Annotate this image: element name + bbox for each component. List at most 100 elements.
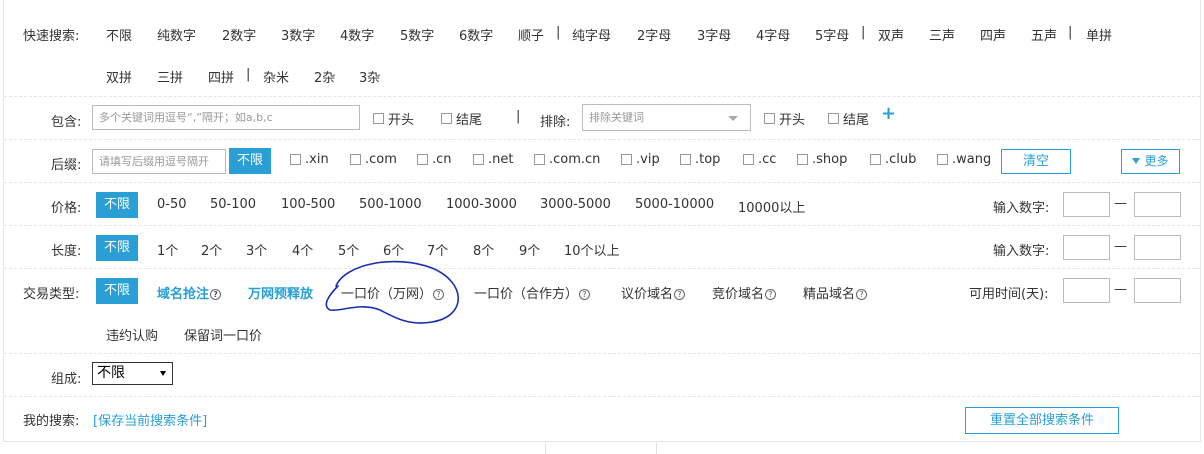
length-max-input[interactable] (1134, 235, 1181, 260)
quick-opt[interactable]: 五声 (1031, 25, 1057, 44)
more-button[interactable]: 更多 (1121, 149, 1180, 174)
suffix-checkbox[interactable]: .cc (743, 152, 776, 167)
quick-opt[interactable]: 三拼 (157, 67, 183, 86)
help-icon[interactable]: ? (579, 289, 591, 300)
include-keyword-input[interactable]: 多个关键词用逗号“,”隔开；如a,b,c (92, 105, 360, 130)
length-opt[interactable]: 6个 (383, 240, 404, 259)
length-opt[interactable]: 10个以上 (564, 240, 620, 259)
available-time-label: 可用时间(天): (969, 287, 1049, 302)
trade-type-row: 交易类型: 不限 域名抢注? 万网预释放 一口价（万网）? 一口价（合作方）? … (4, 269, 1200, 354)
price-opt[interactable]: 5000-10000 (635, 197, 714, 212)
quick-opt[interactable]: 5字母 (815, 25, 849, 44)
price-any-button[interactable]: 不限 (96, 192, 139, 218)
quick-opt[interactable]: 2数字 (222, 25, 256, 44)
price-opt[interactable]: 50-100 (210, 197, 256, 212)
add-exclude-plus-icon[interactable]: + (881, 103, 896, 124)
suffix-checkbox[interactable]: .top (680, 152, 720, 167)
help-icon[interactable]: ? (856, 289, 868, 300)
quick-opt[interactable]: 纯字母 (572, 25, 611, 44)
quick-opt[interactable]: 三声 (929, 25, 955, 44)
length-opt[interactable]: 5个 (338, 240, 359, 259)
checkbox-box (870, 154, 881, 165)
help-icon[interactable]: ? (765, 289, 777, 300)
price-min-input[interactable] (1063, 192, 1110, 217)
exclude-start-checkbox[interactable]: 开头 (764, 109, 805, 128)
suffix-checkbox[interactable]: .wang (937, 152, 991, 167)
quick-opt[interactable]: 不限 (106, 25, 132, 44)
quick-opt[interactable]: 四声 (980, 25, 1006, 44)
trade-opt-prerelease[interactable]: 万网预释放 (248, 283, 313, 302)
trade-opt-reserved-fixed[interactable]: 保留词一口价 (184, 325, 262, 344)
include-end-checkbox[interactable]: 结尾 (441, 109, 482, 128)
checkbox-label: .club (885, 152, 917, 167)
trade-opt-premium[interactable]: 精品域名? (803, 283, 868, 302)
price-opt[interactable]: 1000-3000 (446, 197, 517, 212)
separator: | (861, 25, 866, 40)
reset-all-button[interactable]: 重置全部搜索条件 (965, 407, 1119, 434)
quick-opt[interactable]: 双声 (878, 25, 904, 44)
suffix-checkbox[interactable]: .net (473, 152, 513, 167)
quick-opt[interactable]: 3杂 (359, 67, 380, 86)
price-opt[interactable]: 0-50 (157, 197, 187, 212)
quick-opt[interactable]: 5数字 (400, 25, 434, 44)
suffix-any-button[interactable]: 不限 (229, 148, 272, 174)
length-opt[interactable]: 2个 (201, 240, 222, 259)
time-min-input[interactable] (1063, 278, 1110, 303)
trade-opt-fixed-wanwang[interactable]: 一口价（万网）? (341, 283, 445, 302)
suffix-checkbox[interactable]: .club (870, 152, 916, 167)
trade-opt-snap[interactable]: 域名抢注? (157, 283, 222, 302)
trade-opt-auction[interactable]: 竞价域名? (712, 283, 777, 302)
include-start-checkbox[interactable]: 开头 (373, 109, 414, 128)
suffix-checkbox[interactable]: .cn (417, 152, 452, 167)
chevron-down-icon (160, 371, 166, 376)
suffix-input[interactable]: 请填写后缀用逗号隔开 (92, 149, 226, 174)
help-icon[interactable]: ? (210, 289, 222, 300)
quick-opt[interactable]: 四拼 (208, 67, 234, 86)
price-opt[interactable]: 3000-5000 (540, 197, 611, 212)
quick-opt[interactable]: 2字母 (637, 25, 671, 44)
length-opt[interactable]: 9个 (519, 240, 540, 259)
quick-opt[interactable]: 单拼 (1086, 25, 1112, 44)
trade-type-label: 交易类型: (23, 287, 80, 302)
help-icon[interactable]: ? (433, 289, 445, 300)
quick-opt[interactable]: 4字母 (756, 25, 790, 44)
length-any-button[interactable]: 不限 (96, 235, 139, 261)
clear-button[interactable]: 清空 (1001, 149, 1071, 174)
suffix-checkbox[interactable]: .shop (797, 152, 847, 167)
suffix-checkbox[interactable]: .com.cn (534, 152, 600, 167)
suffix-checkbox[interactable]: .xin (290, 152, 329, 167)
quick-opt[interactable]: 2杂 (314, 67, 335, 86)
trade-opt-negotiable[interactable]: 议价域名? (621, 283, 686, 302)
quick-opt[interactable]: 顺子 (518, 25, 544, 44)
length-opt[interactable]: 8个 (473, 240, 494, 259)
checkbox-box (290, 154, 301, 165)
exclude-keyword-dropdown[interactable]: 排除关键词 (582, 104, 751, 131)
quick-opt[interactable]: 6数字 (459, 25, 493, 44)
quick-opt[interactable]: 纯数字 (157, 25, 196, 44)
help-icon[interactable]: ? (674, 289, 686, 300)
price-opt[interactable]: 100-500 (281, 197, 335, 212)
quick-opt[interactable]: 3字母 (697, 25, 731, 44)
include-row: 包含: 多个关键词用逗号“,”隔开；如a,b,c 开头 结尾 | 排除: 排除关… (4, 97, 1200, 140)
time-max-input[interactable] (1134, 278, 1181, 303)
length-opt[interactable]: 7个 (427, 240, 448, 259)
compose-select[interactable]: 不限 (92, 362, 173, 385)
exclude-end-checkbox[interactable]: 结尾 (828, 109, 869, 128)
quick-opt[interactable]: 3数字 (281, 25, 315, 44)
save-search-link[interactable]: [保存当前搜索条件] (93, 410, 207, 429)
trade-opt-fixed-partner[interactable]: 一口价（合作方）? (474, 283, 591, 302)
trade-opt-default-buy[interactable]: 违约认购 (106, 325, 158, 344)
suffix-checkbox[interactable]: .com (350, 152, 397, 167)
length-min-input[interactable] (1063, 235, 1110, 260)
quick-opt[interactable]: 双拼 (106, 67, 132, 86)
trade-any-button[interactable]: 不限 (96, 278, 139, 304)
price-opt[interactable]: 500-1000 (359, 197, 422, 212)
length-opt[interactable]: 3个 (246, 240, 267, 259)
price-max-input[interactable] (1134, 192, 1181, 217)
quick-opt[interactable]: 杂米 (263, 67, 289, 86)
price-opt[interactable]: 10000以上 (738, 197, 805, 216)
length-opt[interactable]: 4个 (292, 240, 313, 259)
length-opt[interactable]: 1个 (157, 240, 178, 259)
suffix-checkbox[interactable]: .vip (621, 152, 660, 167)
quick-opt[interactable]: 4数字 (340, 25, 374, 44)
